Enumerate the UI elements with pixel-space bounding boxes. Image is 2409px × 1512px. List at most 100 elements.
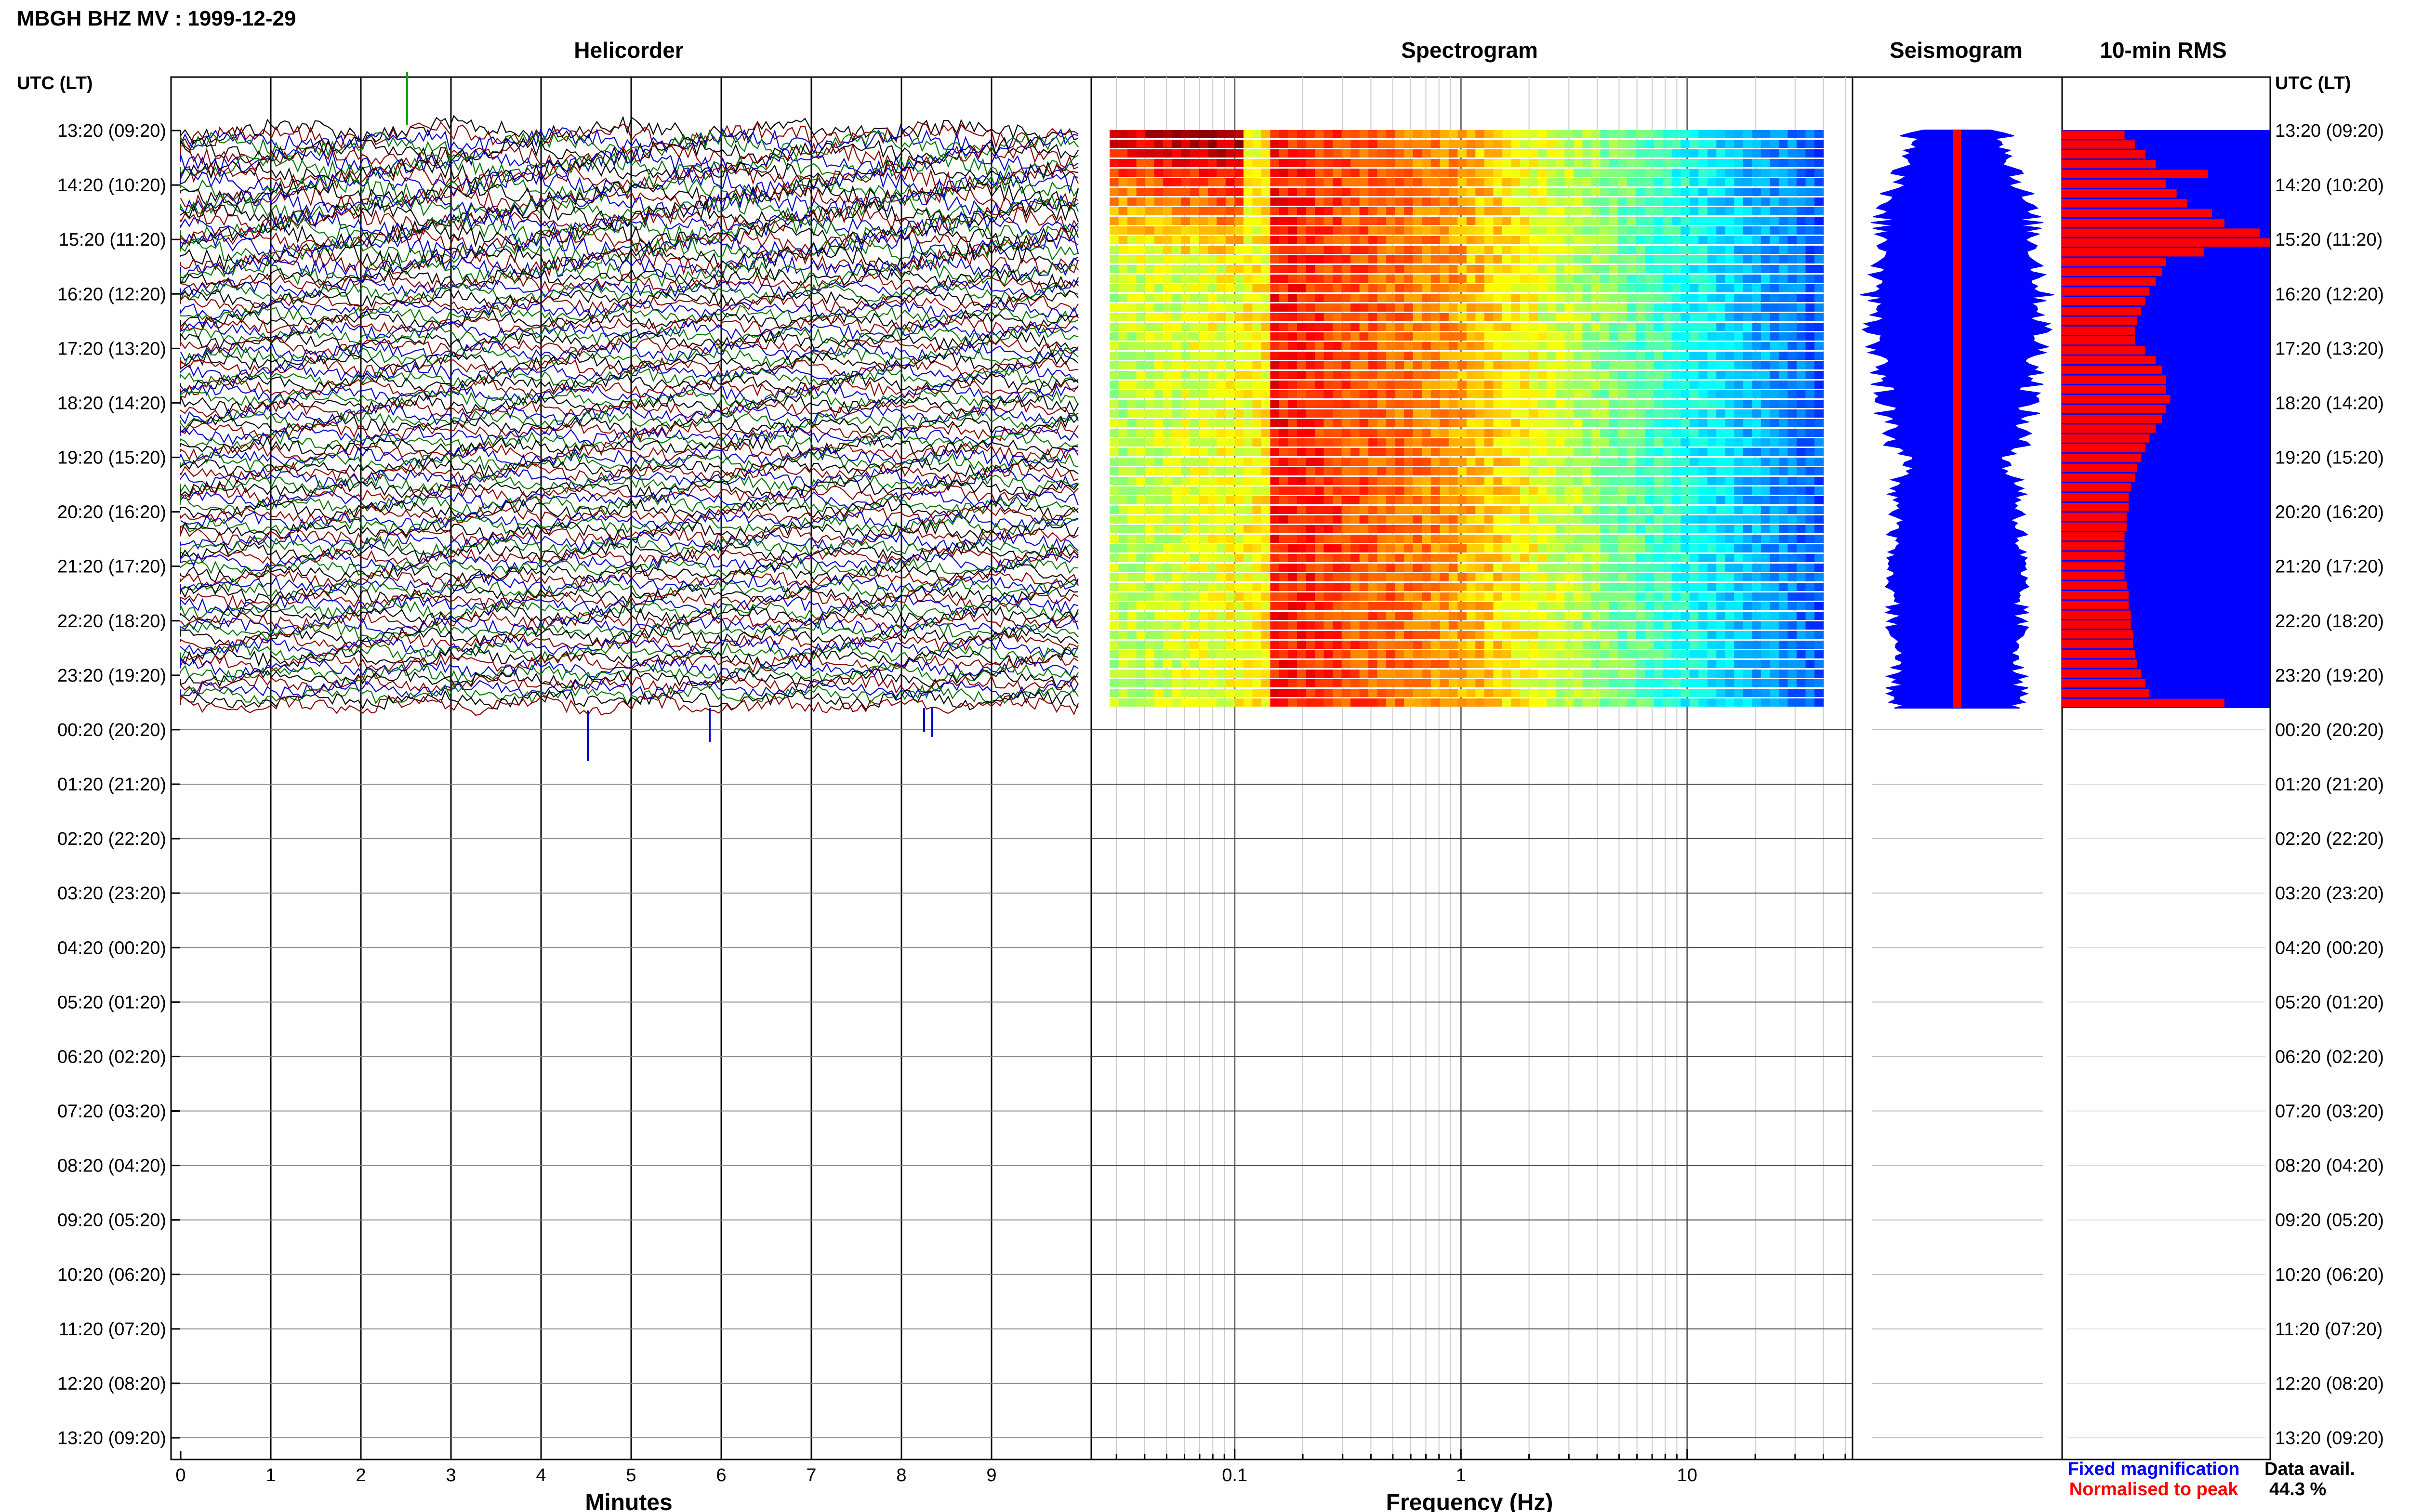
spectrogram-cell (1190, 207, 1199, 215)
spectrogram-cell (1743, 159, 1752, 167)
spectrogram-cell (1145, 448, 1155, 456)
spectrogram-cell (1207, 159, 1217, 167)
spectrogram-cell (1520, 621, 1529, 630)
spectrogram-cell (1493, 255, 1503, 263)
spectrogram-cell (1181, 506, 1191, 514)
spectrogram-cell (1127, 255, 1137, 263)
spectrogram-cell (1127, 496, 1137, 504)
spectrogram-cell (1252, 140, 1262, 148)
spectrogram-cell (1163, 236, 1173, 244)
spectrogram-cell (1636, 458, 1645, 466)
spectrogram-cell (1350, 583, 1360, 591)
spectrogram-cell (1118, 169, 1128, 177)
spectrogram-cell (1172, 621, 1181, 630)
spectrogram-cell (1324, 275, 1333, 283)
spectrogram-cell (1547, 207, 1556, 215)
spectrogram-cell (1110, 217, 1119, 225)
spectrogram-cell (1537, 515, 1547, 524)
spectrogram-cell (1770, 515, 1779, 524)
spectrogram-cell (1681, 554, 1690, 562)
spectrogram-cell (1199, 515, 1208, 524)
spectrogram-cell (1520, 226, 1529, 235)
spectrogram-cell (1127, 564, 1137, 572)
spectrogram-cell (1493, 169, 1503, 177)
spectrogram-cell (1752, 650, 1761, 658)
spectrogram-cell (1707, 371, 1717, 379)
spectrogram-cell (1778, 429, 1788, 437)
spectrogram-cell (1261, 679, 1271, 687)
spectrogram-cell (1600, 371, 1610, 379)
spectrogram-cell (1350, 486, 1360, 495)
spectrogram-cell (1110, 458, 1119, 466)
spectrogram-cell (1217, 294, 1226, 302)
spectrogram-cell (1297, 583, 1307, 591)
spectrogram-cell (1529, 381, 1538, 389)
spectrogram-cell (1154, 236, 1164, 244)
spectrogram-cell (1181, 381, 1191, 389)
spectrogram-cell (1457, 515, 1467, 524)
spectrogram-cell (1422, 515, 1431, 524)
spectrogram-cell (1716, 679, 1726, 687)
spectrogram-cell (1217, 544, 1226, 552)
spectrogram-cell (1466, 303, 1476, 312)
spectrogram-cell (1359, 477, 1369, 485)
spectrogram-cell (1315, 352, 1324, 360)
spectrogram-cell (1404, 226, 1414, 235)
spectrogram-cell (1181, 592, 1191, 601)
spectrogram-cell (1225, 323, 1235, 331)
spectrogram-cell (1430, 159, 1440, 167)
spectrogram-cell (1127, 544, 1137, 552)
spectrogram-cell (1136, 236, 1146, 244)
spectrogram-cell (1297, 390, 1307, 398)
spectrogram-cell (1564, 342, 1574, 350)
spectrogram-cell (1359, 226, 1369, 235)
spectrogram-cell (1243, 197, 1253, 206)
spectrogram-cell (1770, 197, 1779, 206)
spectrogram-cell (1154, 390, 1164, 398)
spectrogram-cell (1556, 352, 1565, 360)
spectrogram-cell (1181, 409, 1191, 418)
spectrogram-cell (1261, 631, 1271, 639)
spectrogram-cell (1163, 197, 1173, 206)
spectrogram-cell (1537, 342, 1547, 350)
spectrogram-cell (1110, 246, 1119, 254)
spectrogram-cell (1190, 197, 1199, 206)
spectrogram-cell (1529, 467, 1538, 475)
spectrogram-cell (1484, 217, 1494, 225)
spectrogram-cell (1636, 438, 1645, 447)
spectrogram-cell (1778, 564, 1788, 572)
spectrogram-cell (1814, 149, 1824, 158)
spectrogram-cell (1225, 313, 1235, 321)
spectrogram-cell (1725, 592, 1734, 601)
spectrogram-cell (1110, 564, 1119, 572)
spectrogram-cell (1796, 641, 1806, 649)
spectrogram-cell (1600, 178, 1610, 186)
spectrogram-cell (1306, 698, 1315, 707)
spectrogram-cell (1377, 602, 1387, 610)
spectrogram-cell (1805, 535, 1815, 543)
spectrogram-cell (1600, 564, 1610, 572)
spectrogram-cell (1574, 467, 1583, 475)
spectrogram-cell (1725, 515, 1734, 524)
spectrogram-cell (1190, 313, 1199, 321)
spectrogram-cell (1207, 631, 1217, 639)
spectrogram-cell (1752, 323, 1761, 331)
spectrogram-cell (1127, 265, 1137, 273)
spectrogram-cell (1333, 486, 1342, 495)
spectrogram-cell (1770, 535, 1779, 543)
spectrogram-cell (1225, 592, 1235, 601)
spectrogram-cell (1368, 564, 1378, 572)
spectrogram-cell (1752, 400, 1761, 408)
spectrogram-cell (1805, 130, 1815, 138)
spectrogram-cell (1645, 689, 1655, 697)
spectrogram-cell (1796, 352, 1806, 360)
spectrogram-cell (1787, 342, 1797, 350)
spectrogram-cell (1574, 486, 1583, 495)
spectrogram-cell (1341, 361, 1351, 369)
spectrogram-cell (1574, 323, 1583, 331)
spectrogram-cell (1654, 255, 1663, 263)
spectrogram-cell (1145, 159, 1155, 167)
spectrogram-cell (1154, 197, 1164, 206)
spectrogram-cell (1796, 583, 1806, 591)
spectrogram-cell (1395, 352, 1404, 360)
